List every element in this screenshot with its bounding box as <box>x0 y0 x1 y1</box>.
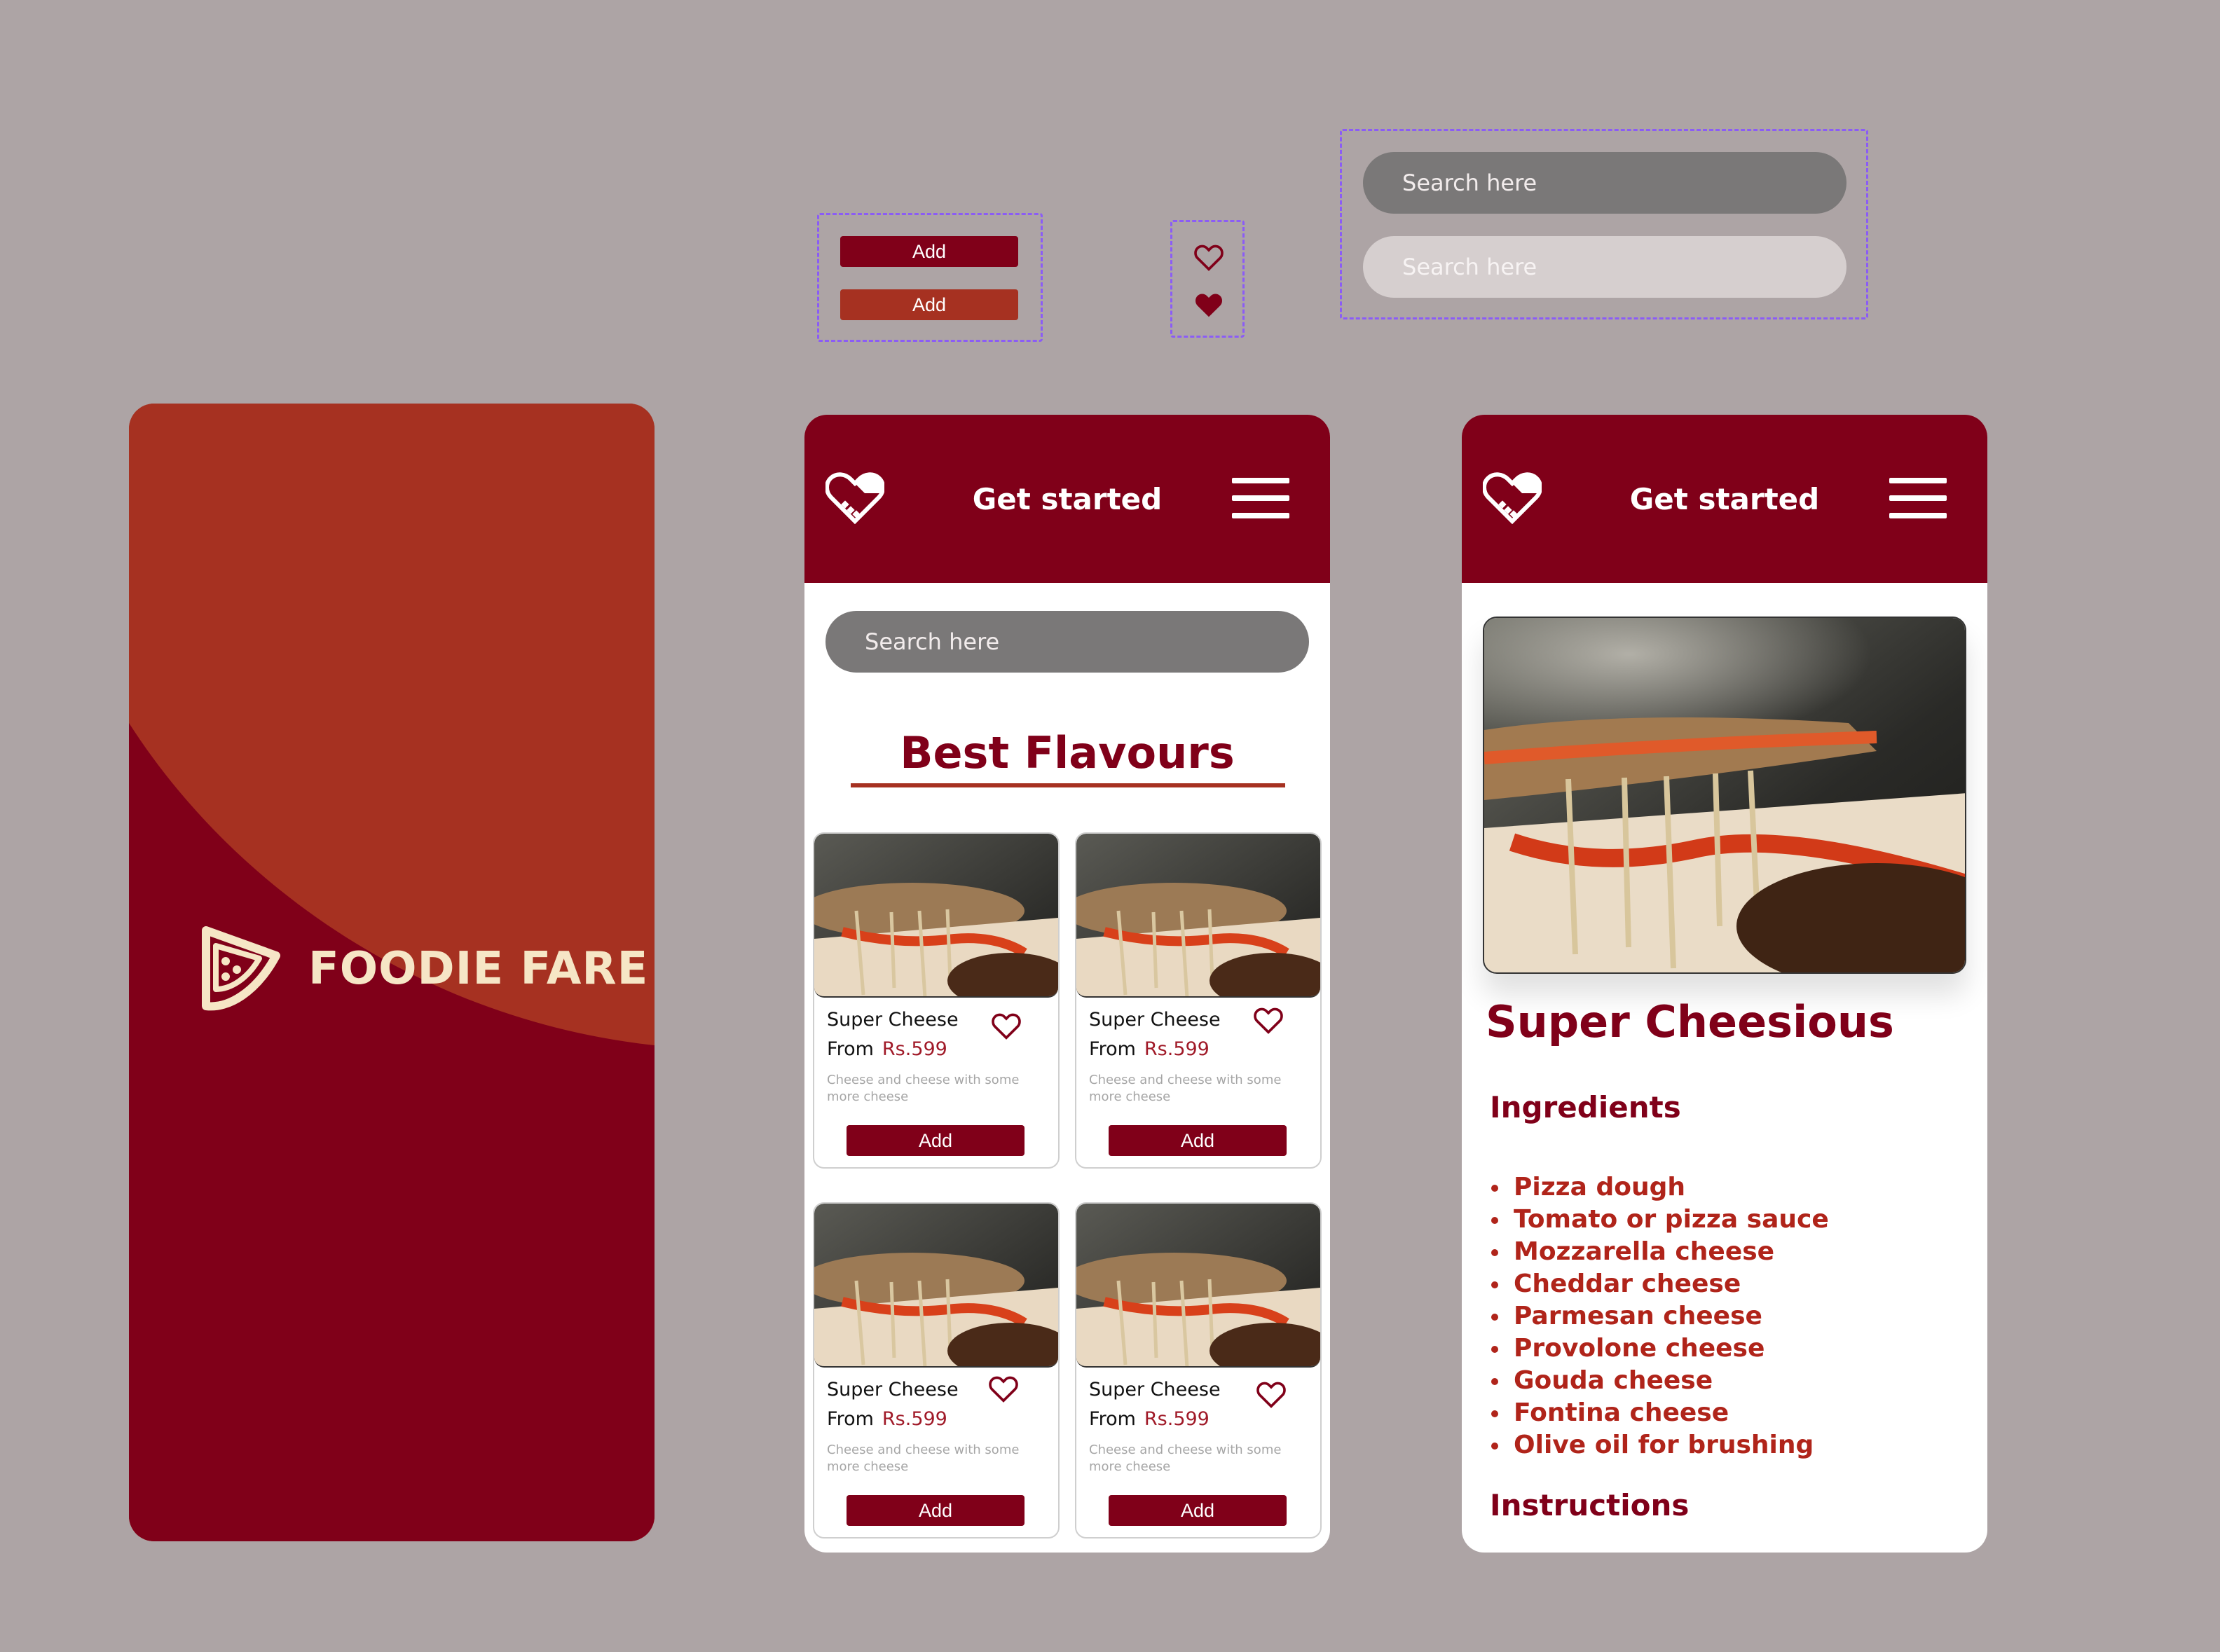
product-price-row: From Rs.599 <box>1089 1038 1210 1060</box>
product-price-row: From Rs.599 <box>827 1408 947 1430</box>
ingredient-item: Mozzarella cheese <box>1490 1236 1829 1268</box>
pizza-hero-image <box>1483 617 1966 974</box>
from-label: From <box>827 1038 874 1060</box>
search-input-default[interactable]: Search here <box>1363 152 1846 214</box>
product-name: Super Cheese <box>827 1379 959 1400</box>
add-button-variants-frame: Add Add <box>817 213 1043 342</box>
hamburger-menu-icon[interactable] <box>1232 478 1289 518</box>
add-button-hover[interactable]: Add <box>840 289 1018 320</box>
product-price: Rs.599 <box>1144 1408 1210 1430</box>
ingredient-item: Parmesan cheese <box>1490 1300 1829 1333</box>
ingredient-item: Olive oil for brushing <box>1490 1429 1829 1461</box>
pizza-image <box>1076 834 1320 998</box>
add-button[interactable]: Add <box>847 1495 1025 1526</box>
product-description: Cheese and cheese with some more cheese <box>827 1073 1020 1104</box>
add-button[interactable]: Add <box>847 1125 1025 1156</box>
ingredient-item: Fontina cheese <box>1490 1397 1829 1429</box>
add-button[interactable]: Add <box>1109 1125 1287 1156</box>
product-description: Cheese and cheese with some more cheese <box>1089 1073 1282 1104</box>
product-description: Cheese and cheese with some more cheese <box>1089 1443 1282 1474</box>
splash-screen: FOODIE FARE <box>129 404 655 1541</box>
search-input-hover[interactable]: Search here <box>1363 236 1846 298</box>
heart-outline-icon[interactable] <box>1256 1380 1287 1408</box>
pizza-image <box>1076 1204 1320 1368</box>
product-description: Cheese and cheese with some more cheese <box>827 1443 1020 1474</box>
product-name: Super Cheese <box>827 1009 959 1031</box>
ingredient-item: Tomato or pizza sauce <box>1490 1204 1829 1236</box>
product-card[interactable]: Super Cheese From Rs.599 Cheese and chees… <box>813 832 1060 1169</box>
brand-name: FOODIE FARE <box>308 943 649 995</box>
recipe-title: Super Cheesious <box>1486 996 1894 1047</box>
search-input[interactable]: Search here <box>825 611 1309 673</box>
app-header: Get started <box>1462 415 1987 583</box>
section-title: Best Flavours <box>900 727 1235 778</box>
heart-outline-icon[interactable] <box>991 1012 1022 1040</box>
from-label: From <box>1089 1408 1136 1430</box>
ingredients-heading: Ingredients <box>1490 1090 1681 1124</box>
pizza-slice-icon <box>202 926 280 1011</box>
home-screen: Get started Search here Best Flavours Su… <box>804 415 1330 1553</box>
instructions-heading: Instructions <box>1490 1488 1690 1522</box>
hamburger-menu-icon[interactable] <box>1889 478 1947 518</box>
ingredient-item: Cheddar cheese <box>1490 1268 1829 1300</box>
heart-outline-icon[interactable] <box>1253 1006 1284 1034</box>
product-price: Rs.599 <box>882 1408 947 1430</box>
product-card[interactable]: Super Cheese From Rs.599 Cheese and chees… <box>1075 832 1322 1169</box>
product-card[interactable]: Super Cheese From Rs.599 Cheese and chees… <box>813 1202 1060 1539</box>
product-price: Rs.599 <box>1144 1038 1210 1060</box>
heart-variants-frame <box>1170 220 1245 338</box>
product-price: Rs.599 <box>882 1038 947 1060</box>
product-price-row: From Rs.599 <box>1089 1408 1210 1430</box>
product-name: Super Cheese <box>1089 1379 1221 1400</box>
ingredient-item: Pizza dough <box>1490 1171 1829 1204</box>
from-label: From <box>827 1408 874 1430</box>
brand-logo: FOODIE FARE <box>195 925 648 1013</box>
section-title-underline <box>851 783 1285 787</box>
ingredient-item: Provolone cheese <box>1490 1333 1829 1365</box>
ingredient-item: Gouda cheese <box>1490 1365 1829 1397</box>
from-label: From <box>1089 1038 1136 1060</box>
detail-screen: Get started Super Cheesious Ingredients … <box>1462 415 1987 1553</box>
product-name: Super Cheese <box>1089 1009 1221 1031</box>
heart-filled-icon[interactable] <box>1193 291 1224 319</box>
ingredients-list: Pizza dough Tomato or pizza sauce Mozzar… <box>1490 1171 1829 1461</box>
app-header: Get started <box>804 415 1330 583</box>
search-variants-frame: Search here Search here <box>1340 129 1868 319</box>
add-button-default[interactable]: Add <box>840 236 1018 267</box>
product-card[interactable]: Super Cheese From Rs.599 Cheese and chees… <box>1075 1202 1322 1539</box>
pizza-image <box>814 834 1058 998</box>
add-button[interactable]: Add <box>1109 1495 1287 1526</box>
product-price-row: From Rs.599 <box>827 1038 947 1060</box>
heart-outline-icon[interactable] <box>1193 243 1224 271</box>
heart-outline-icon[interactable] <box>988 1375 1019 1403</box>
pizza-image <box>814 1204 1058 1368</box>
